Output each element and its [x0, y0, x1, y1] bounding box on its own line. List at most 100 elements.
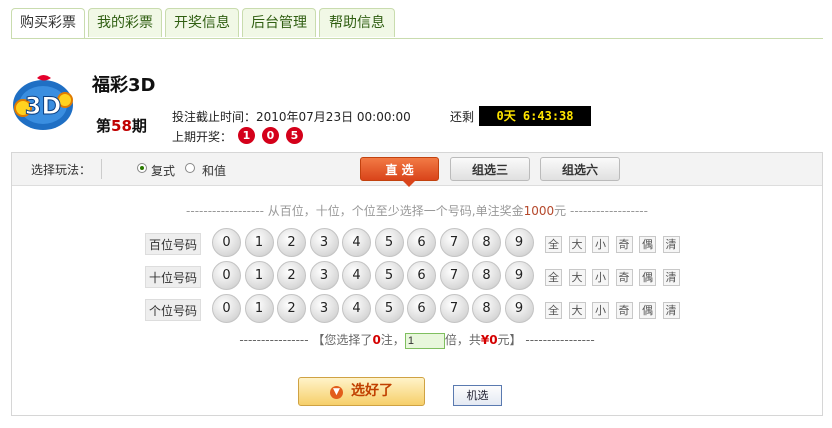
- quick-select-button[interactable]: 小: [592, 269, 609, 286]
- hint-suffix: 元 ------------------: [554, 204, 648, 218]
- quick-select-button[interactable]: 偶: [639, 236, 656, 253]
- digit-ball-hundreds[interactable]: 0: [212, 228, 241, 257]
- issue-prefix: 第: [96, 117, 112, 135]
- quick-select-button[interactable]: 偶: [639, 269, 656, 286]
- digit-ball-tens[interactable]: 2: [277, 261, 306, 290]
- radio-hezhi-label[interactable]: 和值: [202, 162, 226, 179]
- game-title: 福彩3D: [92, 75, 156, 96]
- digit-ball-units[interactable]: 8: [472, 294, 501, 323]
- summary-text: 注，: [380, 333, 405, 347]
- digit-ball-units[interactable]: 9: [504, 294, 534, 323]
- digit-ball-units[interactable]: 4: [342, 294, 371, 323]
- radio-fushi[interactable]: [137, 163, 147, 173]
- tab-help[interactable]: 帮助信息: [319, 8, 395, 37]
- random-pick-button[interactable]: 机选: [453, 385, 502, 406]
- quick-select-button[interactable]: 奇: [615, 236, 633, 253]
- digit-ball-tens[interactable]: 7: [439, 261, 469, 290]
- summary-text: 【您选择了: [312, 333, 373, 347]
- multiplier-input[interactable]: [404, 332, 445, 349]
- digit-ball-hundreds[interactable]: 8: [472, 228, 501, 257]
- rules-hint: ------------------ 从百位，十位，个位至少选择一个号码,单注奖…: [12, 202, 822, 219]
- digit-ball-units[interactable]: 0: [212, 294, 241, 323]
- digit-ball-tens[interactable]: 8: [472, 261, 501, 290]
- digit-ball-tens[interactable]: 4: [342, 261, 371, 290]
- digit-ball-hundreds[interactable]: 2: [277, 228, 306, 257]
- digit-ball-units[interactable]: 5: [374, 294, 404, 323]
- radio-fushi-label[interactable]: 复式: [151, 162, 175, 179]
- play-type-bar: 选择玩法： 复式 和值 直 选 组选三 组选六: [12, 153, 822, 186]
- quick-select-button[interactable]: 奇: [615, 269, 633, 286]
- last-draw-label: 上期开奖：: [172, 130, 233, 144]
- logo-text: 3D: [25, 92, 62, 120]
- quick-select-button[interactable]: 奇: [615, 302, 633, 319]
- row-label-tens: 十位号码: [145, 266, 201, 288]
- digit-ball-hundreds[interactable]: 5: [374, 228, 404, 257]
- tab-direct-select[interactable]: 直 选: [360, 157, 439, 181]
- quick-select-button[interactable]: 大: [568, 269, 586, 286]
- last-draw-ball: 0: [262, 127, 279, 144]
- quick-select-button[interactable]: 小: [592, 236, 609, 253]
- digit-ball-tens[interactable]: 5: [374, 261, 404, 290]
- row-label-hundreds: 百位号码: [145, 233, 201, 255]
- select-play-label: 选择玩法：: [31, 163, 92, 177]
- quick-select-button[interactable]: 大: [568, 302, 586, 319]
- quick-select-button[interactable]: 清: [662, 302, 680, 319]
- confirm-button[interactable]: ▼ 选好了: [298, 377, 425, 406]
- digit-ball-hundreds[interactable]: 6: [407, 228, 436, 257]
- digit-ball-tens[interactable]: 0: [212, 261, 241, 290]
- quick-select-button[interactable]: 全: [545, 269, 562, 286]
- countdown-timer: 0天 6:43:38: [479, 106, 591, 126]
- summary-text: 元】: [497, 333, 522, 347]
- tab-my-lottery[interactable]: 我的彩票: [88, 8, 162, 37]
- currency-symbol: ¥: [480, 333, 490, 347]
- digit-ball-hundreds[interactable]: 4: [342, 228, 371, 257]
- tab-draw-info[interactable]: 开奖信息: [165, 8, 239, 37]
- digit-ball-tens[interactable]: 3: [309, 261, 339, 290]
- digit-ball-tens[interactable]: 6: [407, 261, 436, 290]
- active-tab-pointer: [402, 180, 416, 187]
- hint-amount: 1000: [523, 204, 555, 218]
- radio-hezhi[interactable]: [185, 163, 195, 173]
- digit-ball-hundreds[interactable]: 7: [439, 228, 469, 257]
- summary-dashes: ----------------: [239, 333, 309, 347]
- digit-ball-units[interactable]: 3: [309, 294, 339, 323]
- digit-ball-hundreds[interactable]: 9: [504, 228, 534, 257]
- tab-admin[interactable]: 后台管理: [242, 8, 316, 37]
- tab-group-six[interactable]: 组选六: [540, 157, 620, 181]
- bet-deadline: 投注截止时间：2010年07月23日 00:00:00: [172, 110, 411, 124]
- quick-select-button[interactable]: 清: [662, 236, 680, 253]
- hint-text: ------------------ 从百位，十位，个位至少选择一个号码,单注奖…: [186, 204, 524, 218]
- selection-summary: ---------------- 【您选择了0注，倍，共¥0元】 -------…: [12, 331, 822, 349]
- quick-select-button[interactable]: 偶: [639, 302, 656, 319]
- digit-ball-hundreds[interactable]: 3: [309, 228, 339, 257]
- digit-ball-units[interactable]: 2: [277, 294, 306, 323]
- digit-ball-units[interactable]: 1: [244, 294, 274, 323]
- bet-count: 0: [372, 333, 381, 347]
- last-draw-ball: 1: [238, 127, 255, 144]
- quick-select-button[interactable]: 小: [592, 302, 609, 319]
- divider: [101, 159, 102, 179]
- issue-value: 58: [111, 117, 132, 135]
- total-amount: 0: [489, 333, 498, 347]
- digit-ball-tens[interactable]: 1: [244, 261, 274, 290]
- issue-suffix: 期: [131, 117, 147, 135]
- tab-group-three[interactable]: 组选三: [450, 157, 530, 181]
- digit-ball-units[interactable]: 7: [439, 294, 469, 323]
- tab-buy-lottery[interactable]: 购买彩票: [11, 8, 85, 38]
- digit-ball-units[interactable]: 6: [407, 294, 436, 323]
- last-draw-ball: 5: [286, 127, 303, 144]
- digit-ball-hundreds[interactable]: 1: [244, 228, 274, 257]
- main-tabs: 购买彩票 我的彩票 开奖信息 后台管理 帮助信息: [11, 8, 823, 39]
- issue-number: 第58期: [96, 115, 147, 136]
- row-label-units: 个位号码: [145, 299, 201, 321]
- digit-ball-tens[interactable]: 9: [504, 261, 534, 290]
- summary-text: 倍，共: [444, 333, 481, 347]
- remaining-label: 还剩: [450, 110, 475, 124]
- quick-select-button[interactable]: 清: [662, 269, 680, 286]
- fc3d-logo: 3D: [11, 72, 75, 132]
- quick-select-button[interactable]: 全: [545, 236, 562, 253]
- play-panel: 选择玩法： 复式 和值 直 选 组选三 组选六 ----------------…: [11, 152, 823, 416]
- quick-select-button[interactable]: 大: [568, 236, 586, 253]
- confirm-label: 选好了: [351, 383, 393, 399]
- quick-select-button[interactable]: 全: [545, 302, 562, 319]
